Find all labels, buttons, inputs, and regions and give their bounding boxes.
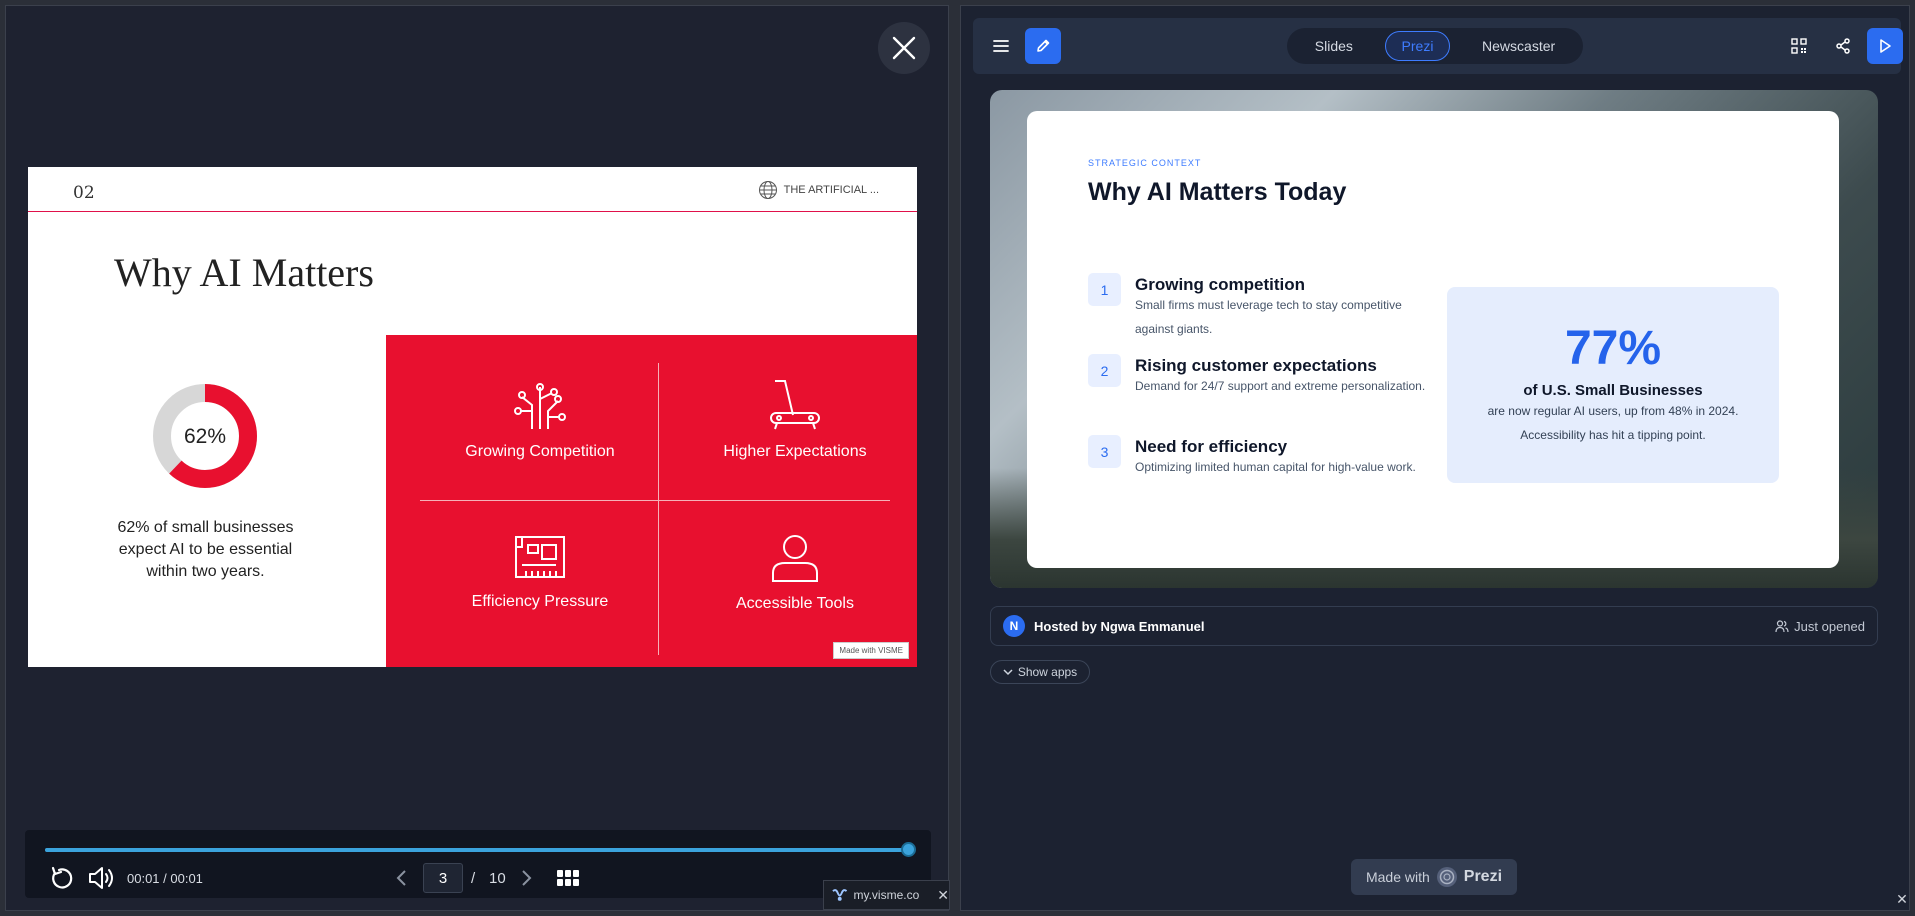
visme-logo-icon xyxy=(832,889,848,901)
grid-icon xyxy=(557,870,579,886)
person-icon xyxy=(772,535,818,582)
cell-label: Higher Expectations xyxy=(723,443,867,460)
prezi-toolbar: Slides Prezi Newscaster xyxy=(973,18,1903,74)
point-number: 3 xyxy=(1088,435,1121,468)
host-label: Hosted by Ngwa Emmanuel xyxy=(1034,618,1205,634)
cell-label: Accessible Tools xyxy=(736,595,854,612)
point-number: 2 xyxy=(1088,354,1121,387)
play-icon xyxy=(1880,39,1891,53)
volume-icon xyxy=(89,867,113,889)
stat-line-2: Accessibility has hit a tipping point. xyxy=(1520,428,1706,442)
avatar: N xyxy=(1003,615,1025,637)
qr-code-button[interactable] xyxy=(1781,28,1817,64)
status-label: Just opened xyxy=(1794,618,1865,634)
stat-value: 77% xyxy=(1564,322,1662,375)
topic-grid: Growing Competition Higher Expectations … xyxy=(386,335,917,667)
progress-fill xyxy=(45,848,909,852)
cell-label: Efficiency Pressure xyxy=(471,593,609,610)
made-with-visme-badge[interactable]: Made with VISME xyxy=(833,642,909,659)
close-button[interactable] xyxy=(878,22,930,74)
tab-label: my.visme.co xyxy=(853,888,920,902)
progress-bar[interactable] xyxy=(45,842,916,857)
slide-brand: THE ARTIFICIAL ... xyxy=(758,180,879,200)
share-icon xyxy=(1836,38,1850,54)
slide-number: 02 xyxy=(73,183,95,203)
prev-page-button[interactable] xyxy=(395,863,409,893)
card-eyebrow: STRATEGIC CONTEXT xyxy=(1088,158,1202,168)
prezi-panel: Slides Prezi Newscaster STRATEGIC CONTEX… xyxy=(960,5,1910,911)
share-button[interactable] xyxy=(1825,28,1861,64)
page-total: 10 xyxy=(489,869,506,887)
panel-close-icon[interactable]: ✕ xyxy=(1892,889,1912,909)
hamburger-icon xyxy=(993,40,1009,52)
stat-callout: 77% of U.S. Small Businesses are now reg… xyxy=(1447,287,1779,483)
mode-newscaster[interactable]: Newscaster xyxy=(1466,32,1571,60)
host-bar: N Hosted by Ngwa Emmanuel Just opened xyxy=(990,606,1878,646)
grid-divider-horizontal xyxy=(420,500,890,501)
replay-button[interactable] xyxy=(49,863,75,893)
edit-button[interactable] xyxy=(1025,28,1061,64)
time-display: 00:01 / 00:01 xyxy=(127,870,203,886)
cell-label: Growing Competition xyxy=(465,443,615,460)
presentation-stage: STRATEGIC CONTEXT Why AI Matters Today 1… xyxy=(990,90,1878,588)
visme-tab[interactable]: my.visme.co ✕ xyxy=(823,880,950,910)
point-heading: Growing competition xyxy=(1135,275,1305,294)
visme-panel: 02 THE ARTIFICIAL ... Why AI Matters 62%… xyxy=(5,5,949,911)
donut-chart: 62% xyxy=(153,384,257,488)
brand-label: THE ARTIFICIAL ... xyxy=(783,184,879,196)
grid-view-button[interactable] xyxy=(557,863,579,893)
chevron-left-icon xyxy=(396,870,406,886)
cell-higher-expectations: Higher Expectations xyxy=(676,379,914,461)
chevron-down-icon xyxy=(1003,669,1013,676)
content-card: STRATEGIC CONTEXT Why AI Matters Today 1… xyxy=(1027,111,1839,568)
view-mode-switcher: Slides Prezi Newscaster xyxy=(1287,28,1583,64)
close-icon xyxy=(892,36,916,60)
point-heading: Rising customer expectations xyxy=(1135,356,1377,375)
point-heading: Need for efficiency xyxy=(1135,437,1288,456)
prezi-brand: Prezi xyxy=(1463,868,1503,885)
globe-icon xyxy=(758,181,777,199)
made-with-prezi-badge[interactable]: Made with Prezi xyxy=(1351,859,1517,895)
made-with-label: Made with xyxy=(1365,869,1430,885)
tab-close-icon[interactable]: ✕ xyxy=(937,887,949,904)
point-number: 1 xyxy=(1088,273,1121,306)
player-controls: 00:01 / 00:01 3 / 10 xyxy=(25,830,931,898)
slide-title: Why AI Matters xyxy=(114,250,374,295)
pencil-icon xyxy=(1037,39,1050,52)
card-title: Why AI Matters Today xyxy=(1088,178,1347,206)
chevron-right-icon xyxy=(522,870,532,886)
next-page-button[interactable] xyxy=(519,863,533,893)
show-apps-label: Show apps xyxy=(1017,665,1078,679)
progress-handle[interactable] xyxy=(901,842,916,857)
cell-growing-competition: Growing Competition xyxy=(421,383,659,461)
present-button[interactable] xyxy=(1867,28,1903,64)
show-apps-button[interactable]: Show apps xyxy=(990,660,1090,684)
stat-line-1: are now regular AI users, up from 48% in… xyxy=(1487,404,1739,418)
page-separator: / xyxy=(471,869,476,887)
chip-card-icon xyxy=(515,536,565,578)
replay-icon xyxy=(51,866,73,889)
mode-slides[interactable]: Slides xyxy=(1299,32,1369,60)
donut-label: 62% xyxy=(184,425,226,448)
cell-efficiency-pressure: Efficiency Pressure xyxy=(421,533,659,611)
menu-button[interactable] xyxy=(983,28,1019,64)
users-icon xyxy=(1775,620,1789,633)
page-input[interactable]: 3 xyxy=(423,863,463,893)
divider xyxy=(28,211,917,212)
circuit-icon xyxy=(514,383,566,429)
volume-button[interactable] xyxy=(87,863,115,893)
view-status: Just opened xyxy=(1775,619,1865,634)
cell-accessible-tools: Accessible Tools xyxy=(676,533,914,613)
point-description: Demand for 24/7 support and extreme pers… xyxy=(1135,379,1426,393)
mode-prezi[interactable]: Prezi xyxy=(1384,31,1451,61)
point-description: Optimizing limited human capital for hig… xyxy=(1135,460,1416,474)
stat-text: 62% of small businesses expect AI to be … xyxy=(117,519,294,580)
prezi-logo-icon xyxy=(1436,867,1457,887)
slide: 02 THE ARTIFICIAL ... Why AI Matters 62%… xyxy=(28,167,917,667)
treadmill-icon xyxy=(770,380,820,430)
qr-code-icon xyxy=(1791,38,1807,54)
stat-subtitle: of U.S. Small Businesses xyxy=(1523,382,1703,399)
point-description: Small firms must leverage tech to stay c… xyxy=(1135,298,1402,336)
